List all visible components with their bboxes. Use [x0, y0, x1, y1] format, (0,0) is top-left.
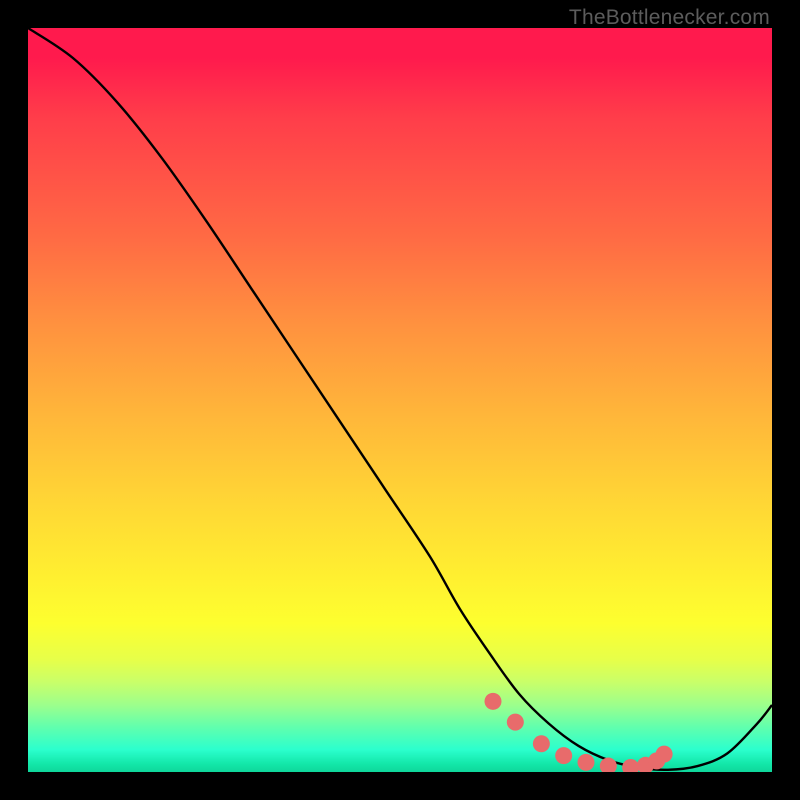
- chart-frame: TheBottlenecker.com: [0, 0, 800, 800]
- bottleneck-curve: [28, 28, 772, 770]
- highlight-dot: [485, 693, 502, 710]
- highlight-dot: [600, 758, 617, 772]
- watermark-text: TheBottlenecker.com: [569, 6, 770, 30]
- highlight-dot: [555, 747, 572, 764]
- plot-area: [28, 28, 772, 772]
- highlight-dots: [485, 693, 673, 772]
- highlight-dot: [533, 735, 550, 752]
- highlight-dot: [507, 714, 524, 731]
- highlight-dot: [622, 759, 639, 772]
- highlight-dot: [578, 754, 595, 771]
- curve-layer: [28, 28, 772, 772]
- highlight-dot: [656, 746, 673, 763]
